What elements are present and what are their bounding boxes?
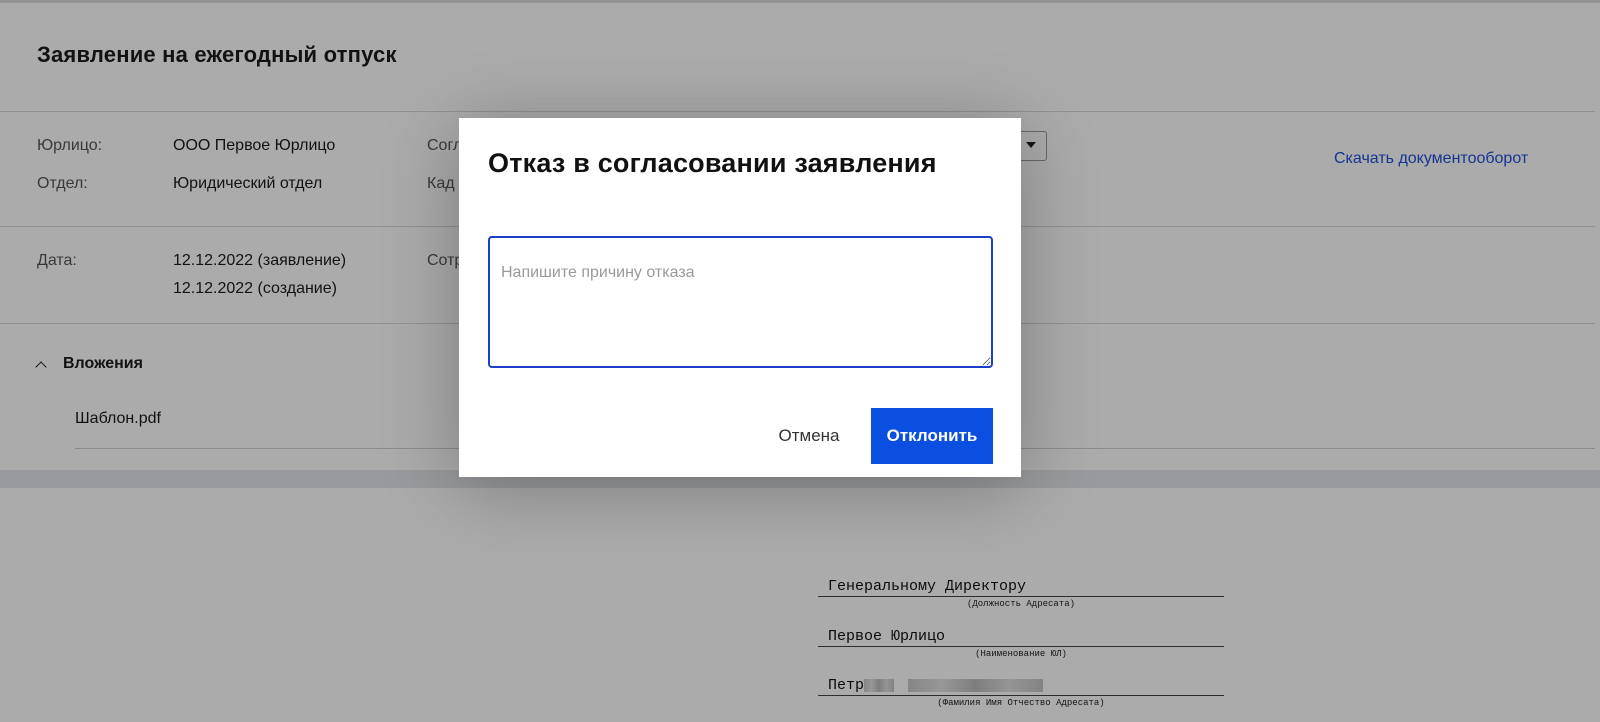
reject-dialog: Отказ в согласовании заявления Отмена От… — [459, 118, 1021, 477]
reject-button[interactable]: Отклонить — [871, 408, 993, 464]
rejection-reason-input[interactable] — [488, 236, 993, 368]
cancel-button[interactable]: Отмена — [774, 408, 844, 464]
dialog-title: Отказ в согласовании заявления — [488, 148, 937, 178]
